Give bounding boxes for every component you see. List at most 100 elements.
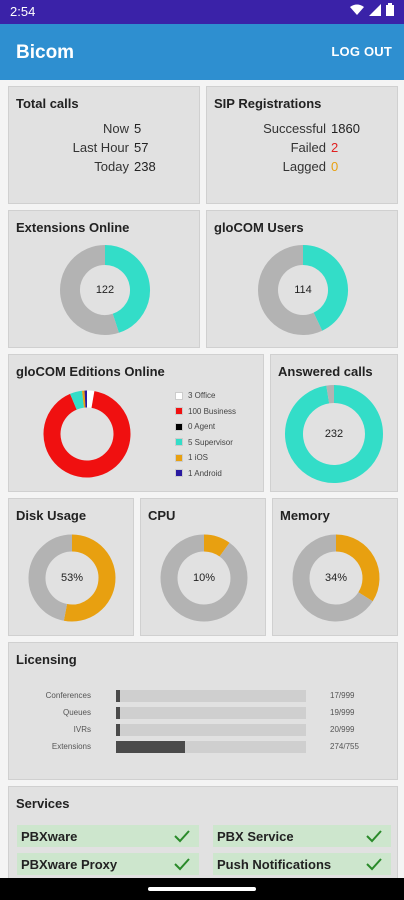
wifi-icon: [350, 4, 364, 15]
service-name: PBX Service: [217, 829, 294, 844]
status-icons: [350, 3, 394, 16]
legend-swatch: [175, 469, 183, 478]
licensing-card: Licensing Conferences 17/999 Queues 19/9…: [8, 642, 398, 780]
legend-swatch: [175, 407, 183, 416]
license-track: [116, 707, 306, 719]
sip-registrations-card: SIP Registrations Successful 1860 Failed 2…: [206, 86, 398, 204]
dashboard-content[interactable]: Total calls Now 5 Last Hour 57 Today 238 SI…: [0, 80, 404, 878]
legend-label: 1 Android: [188, 468, 222, 478]
total-calls-title: Total calls: [16, 96, 79, 111]
legend-item: 5 Supervisor: [175, 435, 236, 451]
stat-value: 5: [134, 121, 142, 136]
legend-swatch: [175, 391, 183, 400]
stat-value: 2: [331, 140, 339, 155]
license-fill: [116, 724, 120, 736]
donut-value-segment: [335, 534, 380, 602]
license-label: Queues: [62, 708, 91, 717]
legend-label: 3 Office: [188, 391, 216, 401]
edition-segment: [43, 391, 131, 478]
answered-calls-card[interactable]: Answered calls 232: [270, 354, 398, 492]
memory-donut: [292, 534, 380, 622]
donut-value-segment: [203, 534, 230, 557]
check-icon: [174, 858, 190, 871]
license-count: 17/999: [330, 691, 355, 700]
answered-calls-value: 232: [324, 428, 344, 440]
license-fill: [116, 690, 120, 702]
glocom-users-value: 114: [294, 284, 312, 296]
license-fill: [116, 707, 120, 719]
stat-value: 0: [331, 159, 339, 174]
check-icon: [174, 830, 190, 843]
service-item[interactable]: Push Notifications: [213, 853, 391, 875]
legend-label: 1 iOS: [188, 453, 209, 463]
total-calls-now-row: Now 5: [9, 121, 141, 136]
license-label: IVRs: [73, 725, 91, 734]
sip-registrations-title: SIP Registrations: [214, 96, 322, 111]
service-item[interactable]: PBXware: [17, 825, 199, 847]
services-title: Services: [16, 796, 70, 811]
glocom-editions-legend: 3 Office 100 Business 0 Agent 5 Supervisor 1…: [175, 388, 236, 481]
cpu-card[interactable]: CPU 10%: [140, 498, 266, 636]
app-bar: Bicom LOG OUT: [0, 24, 404, 80]
edition-segment: [70, 390, 85, 410]
legend-item: 3 Office: [175, 388, 236, 404]
license-track: [116, 690, 306, 702]
status-time: 2:54: [10, 4, 36, 19]
license-count: 20/999: [330, 725, 355, 734]
glocom-users-card[interactable]: gloCOM Users 114: [206, 210, 398, 348]
extensions-online-card[interactable]: Extensions Online 122: [8, 210, 200, 348]
battery-icon: [386, 3, 394, 16]
logout-button[interactable]: LOG OUT: [331, 44, 392, 59]
extensions-online-value: 122: [95, 284, 115, 296]
legend-swatch: [175, 453, 183, 462]
licensing-title: Licensing: [16, 652, 77, 667]
sip-lagged-row: Lagged 0: [207, 159, 339, 174]
sip-failed-row: Failed 2: [207, 140, 339, 155]
service-name: PBXware Proxy: [21, 857, 118, 872]
home-gesture-handle[interactable]: [148, 887, 256, 891]
legend-swatch: [175, 422, 183, 431]
stat-value: 1860: [331, 121, 360, 136]
memory-card[interactable]: Memory 34%: [272, 498, 398, 636]
cpu-donut: [160, 534, 248, 622]
cpu-value: 10%: [192, 572, 216, 584]
disk-usage-value: 53%: [60, 572, 84, 584]
service-name: PBXware: [21, 829, 78, 844]
check-icon: [366, 858, 382, 871]
total-calls-last-hour-row: Last Hour 57: [9, 140, 149, 155]
navigation-bar: [0, 878, 404, 900]
license-track: [116, 724, 306, 736]
license-count: 19/999: [330, 708, 355, 717]
edition-segment: [86, 390, 95, 408]
sip-successful-row: Successful 1860: [207, 121, 360, 136]
stat-value: 57: [134, 140, 149, 155]
service-item[interactable]: PBX Service: [213, 825, 391, 847]
glocom-editions-card[interactable]: gloCOM Editions Online 3 Office 100 Busin…: [8, 354, 264, 492]
disk-usage-card[interactable]: Disk Usage 53%: [8, 498, 134, 636]
legend-item: 1 iOS: [175, 450, 236, 466]
legend-item: 0 Agent: [175, 419, 236, 435]
extensions-online-donut: [60, 245, 150, 335]
total-calls-card: Total calls Now 5 Last Hour 57 Today 238: [8, 86, 200, 204]
license-label: Conferences: [45, 691, 91, 700]
legend-swatch: [175, 438, 183, 447]
status-bar: 2:54: [0, 0, 404, 24]
legend-label: 0 Agent: [188, 422, 216, 432]
app-title: Bicom: [16, 42, 75, 63]
license-label: Extensions: [51, 742, 91, 751]
stat-label: Failed: [290, 140, 326, 155]
license-fill: [116, 741, 185, 753]
disk-usage-donut: [28, 534, 116, 622]
legend-item: 100 Business: [175, 404, 236, 420]
license-track: [116, 741, 306, 753]
stat-value: 238: [134, 159, 156, 174]
service-item[interactable]: PBXware Proxy: [17, 853, 199, 875]
services-card: Services PBXware PBX Service PBXware Pro…: [8, 786, 398, 878]
service-name: Push Notifications: [217, 857, 332, 872]
total-calls-today-row: Today 238: [9, 159, 156, 174]
answered-calls-donut: [285, 385, 383, 483]
legend-label: 5 Supervisor: [188, 437, 233, 447]
stat-label: Lagged: [282, 159, 326, 174]
stat-label: Now: [102, 121, 129, 136]
stat-label: Today: [94, 159, 129, 174]
